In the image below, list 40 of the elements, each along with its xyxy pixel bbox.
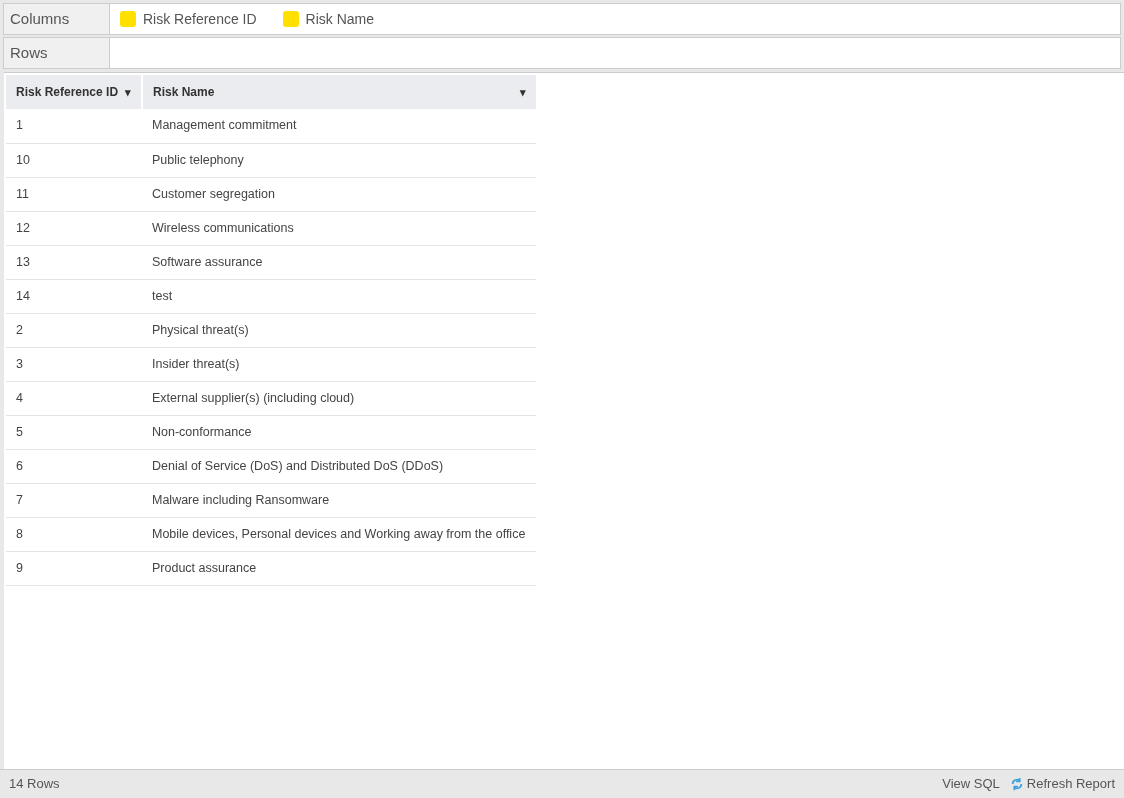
table-cell: test [142, 279, 536, 313]
table-cell: Malware including Ransomware [142, 483, 536, 517]
table-cell: Management commitment [142, 109, 536, 143]
table-cell: Wireless communications [142, 211, 536, 245]
table-cell: Denial of Service (DoS) and Distributed DoS (DDoS) [142, 449, 536, 483]
table-cell: External supplier(s) (including cloud) [142, 381, 536, 415]
table-cell: Mobile devices, Personal devices and Working away from the office [142, 517, 536, 551]
table-cell: 3 [6, 347, 142, 381]
table-cell: Physical threat(s) [142, 313, 536, 347]
field-chip[interactable]: Risk Name [282, 8, 375, 30]
table-cell: 7 [6, 483, 142, 517]
table-cell: 12 [6, 211, 142, 245]
table-cell: 4 [6, 381, 142, 415]
refresh-report-link[interactable]: Refresh Report [1009, 774, 1115, 794]
column-header[interactable]: Risk Reference ID ▾ [6, 75, 142, 109]
table-cell: Customer segregation [142, 177, 536, 211]
shelf-label: Columns [4, 4, 110, 34]
refresh-icon [1009, 777, 1024, 791]
table-cell: 1 [6, 109, 142, 143]
table-cell: 13 [6, 245, 142, 279]
table-cell: Software assurance [142, 245, 536, 279]
table-cell: 10 [6, 143, 142, 177]
table-cell: 9 [6, 551, 142, 585]
table-cell: 5 [6, 415, 142, 449]
table-cell: 8 [6, 517, 142, 551]
row-count: 14 Rows [9, 775, 60, 794]
table-cell: Public telephony [142, 143, 536, 177]
table-cell: Insider threat(s) [142, 347, 536, 381]
table-cell: 14 [6, 279, 142, 313]
field-chip[interactable]: Risk Reference ID [120, 8, 257, 30]
table-cell: Non-conformance [142, 415, 536, 449]
sort-caret-icon[interactable]: ▾ [520, 83, 526, 101]
sort-caret-icon[interactable]: ▾ [125, 83, 131, 101]
table-cell: 6 [6, 449, 142, 483]
column-header[interactable]: Risk Name ▾ [142, 75, 536, 109]
shelf-label: Rows [4, 38, 110, 68]
table-cell: 11 [6, 177, 142, 211]
table-cell: Product assurance [142, 551, 536, 585]
view-sql-link[interactable]: View SQL [942, 774, 1000, 794]
table-cell: 2 [6, 313, 142, 347]
